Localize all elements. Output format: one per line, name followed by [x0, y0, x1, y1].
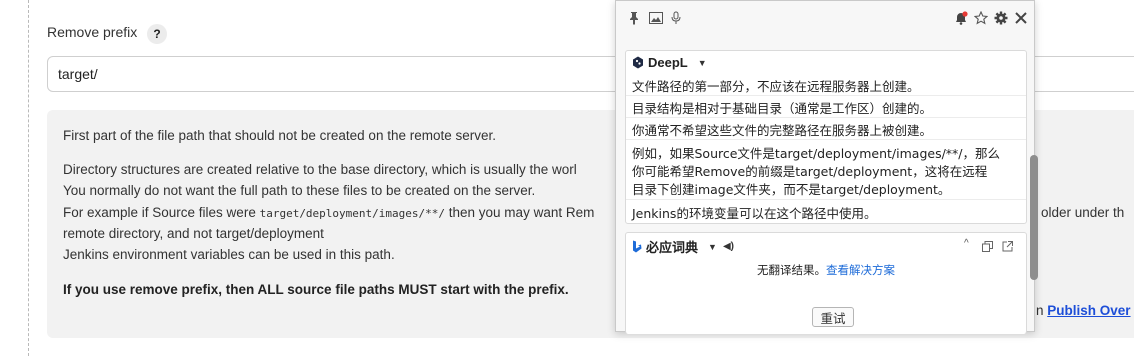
deepl-panel: DeepL ▼ 文件路径的第一部分，不应该在远程服务器上创建。 目录结构是相对于… [625, 50, 1027, 224]
deepl-line-4: 例如，如果Source文件是target/deployment/images/*… [632, 146, 1000, 161]
help-line-1: First part of the file path that should … [63, 128, 496, 143]
help-line-5: remote directory, and not target/deploym… [63, 226, 324, 241]
help-line-4-pre: For example if Source files were [63, 205, 260, 220]
help-warning: If you use remove prefix, then ALL sourc… [63, 282, 569, 297]
external-link-icon[interactable] [1002, 239, 1013, 257]
divider [626, 199, 1026, 200]
pin-icon[interactable] [626, 10, 642, 26]
bing-title: 必应词典 [646, 240, 699, 255]
help-button[interactable]: ? [147, 24, 167, 44]
deepl-line-1: 文件路径的第一部分，不应该在远程服务器上创建。 [632, 79, 920, 94]
divider [626, 95, 1026, 96]
chevron-down-icon[interactable]: ▼ [698, 58, 707, 68]
help-line-4-overflow: older under th [1041, 205, 1125, 220]
copy-icon[interactable] [982, 239, 993, 257]
notification-icon[interactable] [953, 10, 969, 26]
deepl-line-3: 你通常不希望这些文件的完整路径在服务器上被创建。 [632, 123, 933, 138]
gear-icon[interactable] [993, 10, 1009, 26]
bing-panel: 必应词典 ▼ ◀) ^ 无翻译结果。查看解决方案 重试 [625, 232, 1027, 334]
speaker-icon[interactable]: ◀) [723, 241, 734, 252]
remove-prefix-label: Remove prefix [47, 24, 138, 40]
form-section-border [28, 0, 29, 356]
image-icon[interactable] [648, 10, 664, 26]
star-icon[interactable] [973, 10, 989, 26]
deepl-logo-icon [633, 56, 643, 69]
popup-scrollbar[interactable] [1030, 155, 1038, 280]
divider [626, 117, 1026, 118]
deepl-line-6: 目录下创建image文件夹，而不是target/deployment。 [632, 182, 951, 197]
chevron-down-icon[interactable]: ▼ [708, 242, 717, 252]
deepl-line-5: 你可能希望Remove的前缀是target/deployment，这将在远程 [632, 164, 988, 179]
deepl-line-2: 目录结构是相对于基础目录（通常是工作区）创建的。 [632, 101, 933, 116]
publish-over-text: n Publish Over [1036, 303, 1131, 318]
divider [626, 139, 1026, 140]
translation-popup: DeepL ▼ 文件路径的第一部分，不应该在远程服务器上创建。 目录结构是相对于… [615, 0, 1035, 334]
help-line-6: Jenkins environment variables can be use… [63, 247, 395, 262]
close-icon[interactable] [1013, 10, 1029, 26]
publish-over-prefix: n [1036, 303, 1048, 318]
bing-logo-icon [633, 240, 642, 253]
publish-over-link[interactable]: Publish Over [1047, 303, 1130, 318]
retry-button[interactable]: 重试 [812, 307, 854, 327]
chevron-up-icon[interactable]: ^ [964, 238, 969, 249]
help-line-4-code: target/deployment/images/**/ [259, 207, 446, 220]
help-line-3: You normally do not want the full path t… [63, 183, 536, 198]
deepl-header[interactable]: DeepL ▼ [632, 55, 707, 70]
no-result-text: 无翻译结果。 [757, 263, 826, 277]
solution-link[interactable]: 查看解决方案 [826, 263, 895, 277]
deepl-line-7: Jenkins的环境变量可以在这个路径中使用。 [632, 206, 877, 221]
help-line-4: For example if Source files were target/… [63, 205, 594, 220]
deepl-title: DeepL [648, 55, 688, 70]
bing-no-result: 无翻译结果。查看解决方案 [626, 262, 1026, 278]
help-line-2: Directory structures are created relativ… [63, 162, 577, 177]
popup-toolbar [616, 1, 1034, 37]
bing-header[interactable]: 必应词典 ▼ ◀) [632, 237, 734, 256]
help-line-4-post: then you may want Rem [445, 205, 595, 220]
microphone-icon[interactable] [668, 10, 684, 26]
